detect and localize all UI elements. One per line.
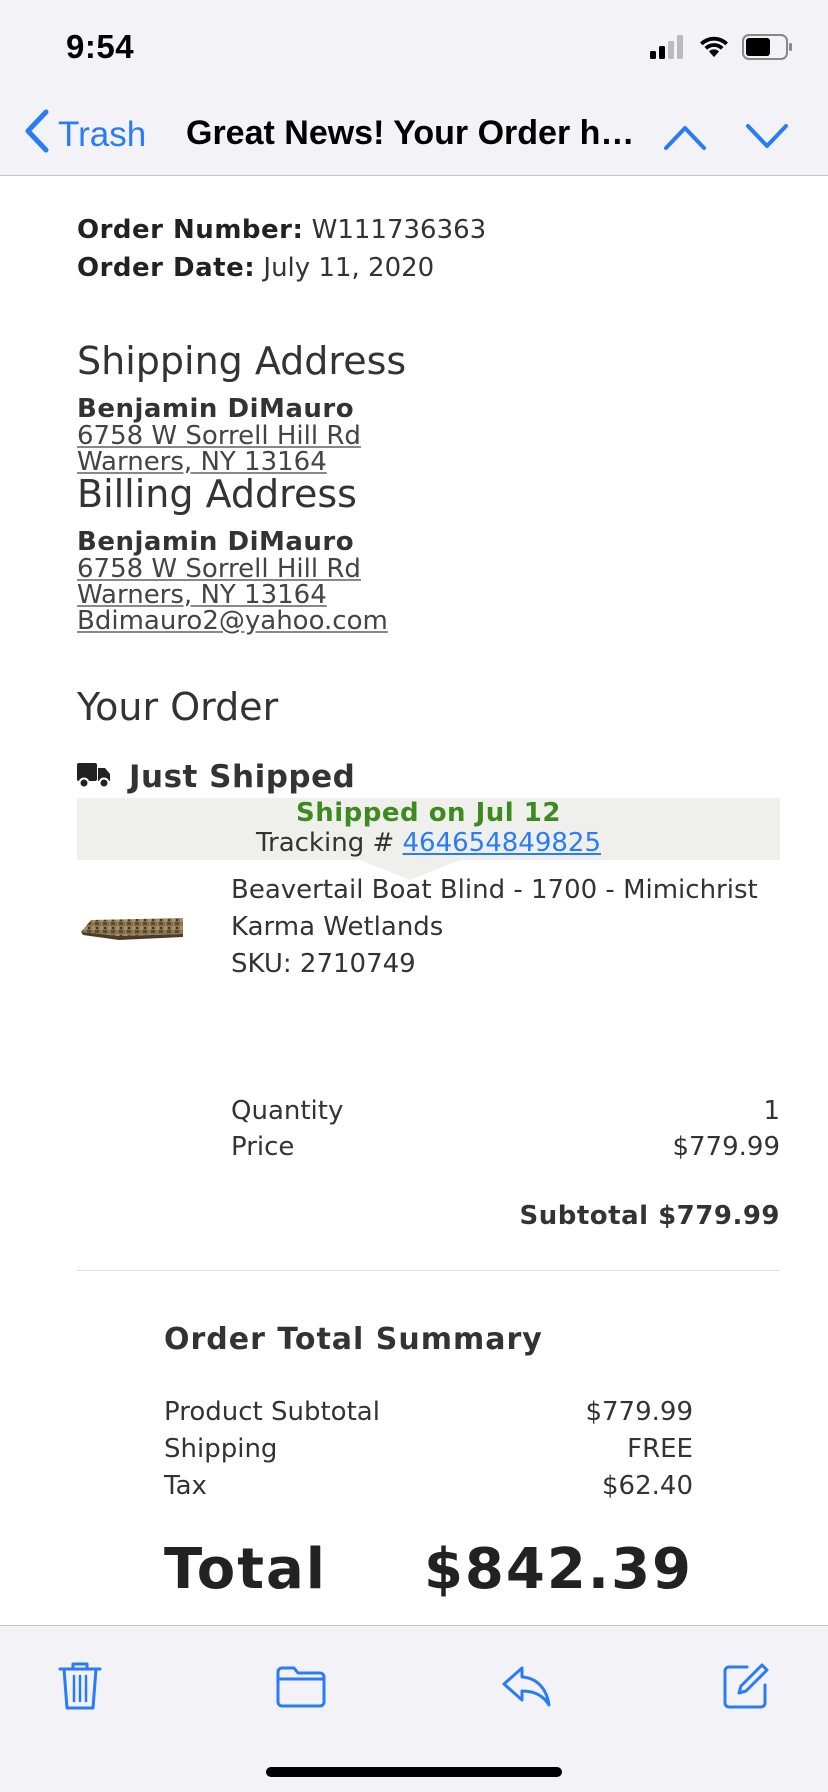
compose-button[interactable] xyxy=(716,1656,776,1716)
delete-button[interactable] xyxy=(50,1656,110,1716)
product-name[interactable]: Beavertail Boat Blind - 1700 - Mimichris… xyxy=(231,872,758,909)
order-info: Order Number: W111736363 Order Date: Jul… xyxy=(77,211,486,287)
tracking-number-link[interactable]: 464654849825 xyxy=(403,828,602,858)
cellular-signal-icon xyxy=(650,34,686,64)
quantity-value: 1 xyxy=(763,1096,780,1126)
quantity-label: Quantity xyxy=(231,1096,344,1126)
order-number-label: Order Number: xyxy=(77,215,304,245)
truck-icon xyxy=(77,761,111,793)
your-order-heading: Your Order xyxy=(77,685,279,729)
wifi-icon xyxy=(698,35,730,64)
shipment-info-box: Shipped on Jul 12 Tracking # 46465484982… xyxy=(77,798,780,860)
battery-icon xyxy=(742,33,794,65)
summary-value: $62.40 xyxy=(602,1471,693,1501)
shipment-status: Just Shipped xyxy=(77,759,355,795)
shipped-date: Shipped on Jul 12 xyxy=(296,798,561,828)
order-date-line: Order Date: July 11, 2020 xyxy=(77,249,486,287)
folder-icon xyxy=(276,1666,326,1708)
tracking-label: Tracking # xyxy=(255,828,395,858)
home-indicator[interactable] xyxy=(266,1767,562,1777)
status-bar: 9:54 xyxy=(0,0,828,96)
email-subject-title: Great News! Your Order ha... xyxy=(186,114,646,152)
price-row: Price $779.99 xyxy=(231,1132,780,1162)
back-button[interactable]: Trash xyxy=(24,109,147,162)
trash-icon xyxy=(58,1662,102,1710)
billing-address: Benjamin DiMauro 6758 W Sorrell Hill Rd … xyxy=(77,528,388,634)
chevron-down-icon xyxy=(746,124,788,148)
shipping-address-heading: Shipping Address xyxy=(77,339,407,383)
order-date-label: Order Date: xyxy=(77,253,256,283)
status-icons xyxy=(650,33,794,65)
billing-street[interactable]: 6758 W Sorrell Hill Rd xyxy=(77,556,388,582)
price-label: Price xyxy=(231,1132,295,1162)
billing-email-link[interactable]: Bdimauro2@yahoo.com xyxy=(77,608,388,634)
billing-city-state[interactable]: Warners, NY 13164 xyxy=(77,582,388,608)
section-divider xyxy=(77,1270,780,1271)
quantity-row: Quantity 1 xyxy=(231,1096,780,1126)
order-number-line: Order Number: W111736363 xyxy=(77,211,486,249)
summary-label: Shipping xyxy=(164,1434,278,1464)
product-variant: Karma Wetlands xyxy=(231,912,444,942)
product-sku: SKU: 2710749 xyxy=(231,949,416,979)
summary-row-tax: Tax $62.40 xyxy=(164,1471,693,1501)
back-button-label: Trash xyxy=(58,115,147,154)
reply-icon xyxy=(502,1666,551,1707)
compose-icon xyxy=(723,1663,769,1709)
price-value: $779.99 xyxy=(672,1132,780,1162)
order-total-row: Total $842.39 xyxy=(164,1537,693,1602)
shipping-street[interactable]: 6758 W Sorrell Hill Rd xyxy=(77,423,361,449)
shipping-address: Benjamin DiMauro 6758 W Sorrell Hill Rd … xyxy=(77,395,361,475)
next-message-button[interactable] xyxy=(742,116,792,156)
total-value: $842.39 xyxy=(423,1537,693,1602)
order-date-value: July 11, 2020 xyxy=(263,253,435,283)
move-to-folder-button[interactable] xyxy=(271,1656,331,1716)
item-subtotal: Subtotal $779.99 xyxy=(519,1201,780,1231)
billing-address-heading: Billing Address xyxy=(77,472,357,516)
tracking-line: Tracking # 464654849825 xyxy=(77,828,780,858)
summary-value: $779.99 xyxy=(585,1397,693,1427)
chevron-left-icon xyxy=(24,109,58,162)
email-body[interactable]: Order Number: W111736363 Order Date: Jul… xyxy=(0,177,828,1625)
total-label: Total xyxy=(164,1537,327,1602)
mail-toolbar xyxy=(0,1625,828,1792)
product-image[interactable] xyxy=(79,890,185,954)
reply-button[interactable] xyxy=(496,1656,556,1716)
chevron-up-icon xyxy=(664,126,706,150)
summary-label: Tax xyxy=(164,1471,207,1501)
summary-label: Product Subtotal xyxy=(164,1397,380,1427)
shipping-name: Benjamin DiMauro xyxy=(77,394,355,424)
nav-bar: Trash Great News! Your Order ha... xyxy=(0,96,828,176)
summary-value: FREE xyxy=(627,1434,693,1464)
product-details: Beavertail Boat Blind - 1700 - Mimichris… xyxy=(231,872,758,983)
summary-row-shipping: Shipping FREE xyxy=(164,1434,693,1464)
summary-row-product-subtotal: Product Subtotal $779.99 xyxy=(164,1397,693,1427)
previous-message-button[interactable] xyxy=(660,116,710,156)
order-number-value: W111736363 xyxy=(311,215,487,245)
billing-name: Benjamin DiMauro xyxy=(77,527,355,557)
status-time: 9:54 xyxy=(66,28,135,65)
order-total-summary-heading: Order Total Summary xyxy=(164,1322,543,1357)
shipment-status-label: Just Shipped xyxy=(129,759,356,795)
